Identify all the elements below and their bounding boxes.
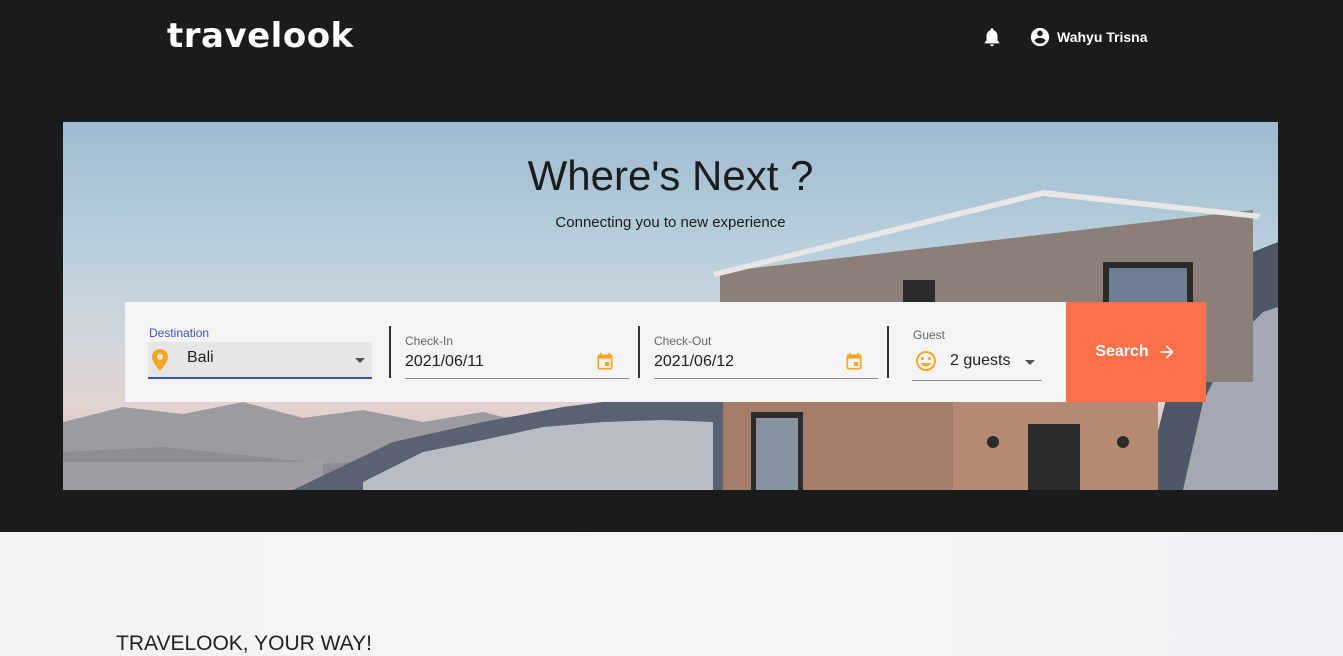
site-header: travelook Wahyu Trisna Where's Next ? Co… — [0, 0, 1343, 532]
calendar-icon[interactable] — [844, 352, 864, 372]
guest-value: 2 guests — [950, 352, 1011, 369]
hero-subtitle: Connecting you to new experience — [555, 214, 786, 231]
calendar-icon[interactable] — [595, 352, 615, 372]
check-in-value[interactable]: 2021/06/11 — [405, 353, 484, 371]
check-out-value[interactable]: 2021/06/12 — [654, 353, 734, 371]
check-in-field[interactable]: Check-In 2021/06/11 — [405, 302, 629, 402]
user-menu[interactable]: Wahyu Trisna — [1029, 26, 1148, 48]
destination-select[interactable]: Bali — [148, 342, 372, 379]
field-divider — [638, 326, 640, 378]
smiley-icon — [916, 351, 936, 371]
guest-field[interactable]: Guest 2 guests — [912, 302, 1042, 402]
destination-label: Destination — [149, 326, 210, 340]
field-divider — [887, 326, 889, 378]
field-divider — [389, 326, 391, 378]
search-button-label: Search — [1095, 343, 1149, 360]
destination-field[interactable]: Destination Bali — [148, 302, 372, 402]
chevron-down-icon — [355, 358, 365, 363]
account-circle-icon — [1030, 27, 1050, 47]
check-out-field[interactable]: Check-Out 2021/06/12 — [654, 302, 878, 402]
check-out-underline — [654, 378, 878, 379]
intro-section: TRAVELOOK, YOUR WAY! — [0, 532, 1343, 656]
user-name: Wahyu Trisna — [1057, 29, 1148, 45]
section-tagline: TRAVELOOK, YOUR WAY! — [116, 632, 372, 655]
hero-title: Where's Next ? — [527, 152, 814, 199]
location-pin-icon — [152, 349, 168, 371]
search-bar: Destination Bali Check-In 2021/06/11 Che… — [125, 302, 1206, 402]
chevron-down-icon[interactable] — [1025, 360, 1035, 365]
search-button[interactable]: Search — [1066, 302, 1206, 402]
travelook-logo[interactable]: travelook — [167, 14, 354, 58]
check-in-label: Check-In — [405, 334, 454, 348]
check-out-label: Check-Out — [654, 334, 712, 348]
destination-value: Bali — [187, 349, 214, 366]
bell-icon[interactable] — [981, 26, 1003, 48]
guest-label: Guest — [913, 328, 946, 342]
check-in-underline — [405, 378, 629, 379]
arrow-right-icon — [1160, 345, 1174, 359]
guest-underline — [912, 380, 1042, 381]
